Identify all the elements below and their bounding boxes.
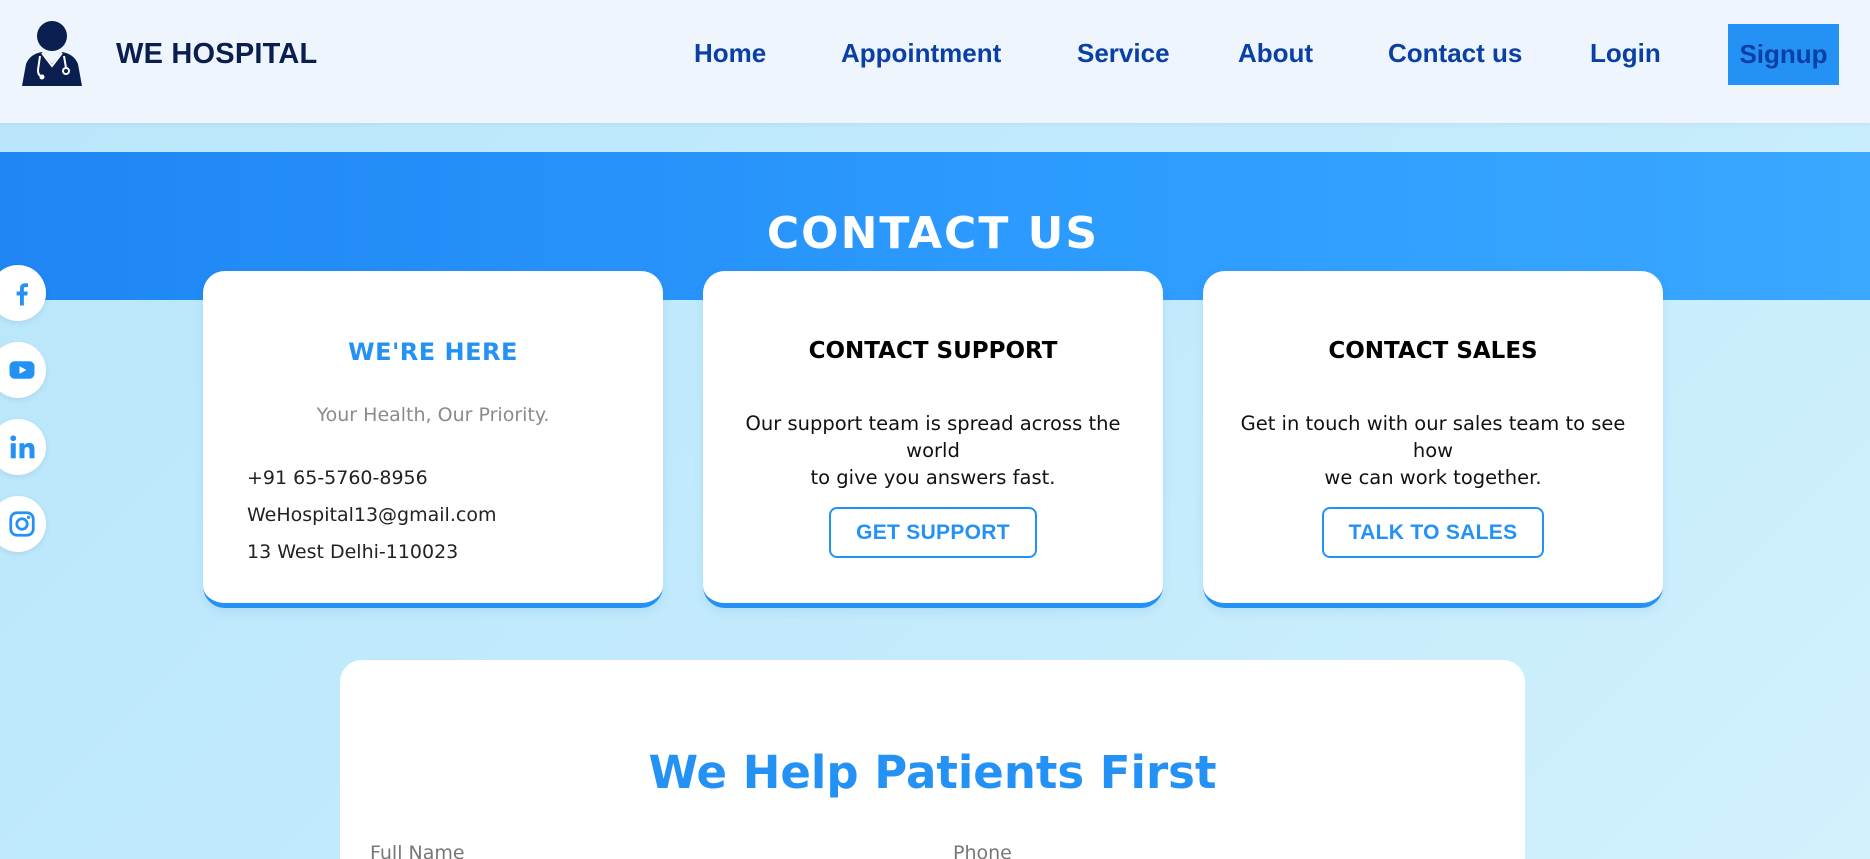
get-support-button[interactable]: GET SUPPORT	[829, 507, 1037, 558]
card-description: Get in touch with our sales team to see …	[1233, 410, 1633, 491]
youtube-icon	[9, 361, 35, 379]
linkedin-icon	[10, 435, 35, 459]
instagram-icon	[9, 511, 35, 537]
were-here-card: WE'RE HERE Your Health, Our Priority. +9…	[203, 271, 663, 608]
phone-label: Phone	[953, 842, 1012, 859]
nav-service[interactable]: Service	[1077, 38, 1170, 69]
card-description-line: to give you answers fast.	[810, 466, 1056, 489]
nav-about[interactable]: About	[1238, 38, 1313, 69]
card-title: WE'RE HERE	[348, 338, 518, 366]
nav-login[interactable]: Login	[1590, 38, 1661, 69]
card-subtitle: Your Health, Our Priority.	[316, 404, 550, 426]
nav-appointment[interactable]: Appointment	[841, 38, 1001, 69]
site-header: WE HOSPITAL Home Appointment Service Abo…	[0, 0, 1870, 123]
contact-sales-card: CONTACT SALES Get in touch with our sale…	[1203, 271, 1663, 608]
page-title: CONTACT US	[766, 208, 1100, 259]
doctor-logo-icon[interactable]	[20, 20, 84, 86]
nav-contact-us[interactable]: Contact us	[1388, 38, 1522, 69]
card-title: CONTACT SALES	[1328, 338, 1538, 364]
signup-button[interactable]: Signup	[1728, 24, 1839, 85]
phone-number[interactable]: +91 65-5760-8956	[247, 467, 428, 489]
card-description-line: Get in touch with our sales team to see …	[1240, 412, 1626, 462]
brand-name[interactable]: WE HOSPITAL	[116, 38, 317, 71]
email-address[interactable]: WeHospital13@gmail.com	[247, 504, 496, 526]
talk-to-sales-button[interactable]: TALK TO SALES	[1322, 507, 1544, 558]
form-title: We Help Patients First	[648, 746, 1217, 799]
linkedin-link[interactable]	[0, 419, 46, 475]
street-address: 13 West Delhi-110023	[247, 541, 459, 563]
nav-home[interactable]: Home	[694, 38, 766, 69]
card-title: CONTACT SUPPORT	[808, 338, 1058, 364]
facebook-icon	[16, 283, 29, 306]
card-description-line: we can work together.	[1324, 466, 1542, 489]
contact-form-panel: We Help Patients First Full Name Phone	[340, 660, 1525, 859]
card-description: Our support team is spread across the wo…	[733, 410, 1133, 491]
full-name-label: Full Name	[370, 842, 465, 859]
card-description-line: Our support team is spread across the wo…	[745, 412, 1121, 462]
contact-support-card: CONTACT SUPPORT Our support team is spre…	[703, 271, 1163, 608]
instagram-link[interactable]	[0, 496, 46, 552]
youtube-link[interactable]	[0, 342, 46, 398]
